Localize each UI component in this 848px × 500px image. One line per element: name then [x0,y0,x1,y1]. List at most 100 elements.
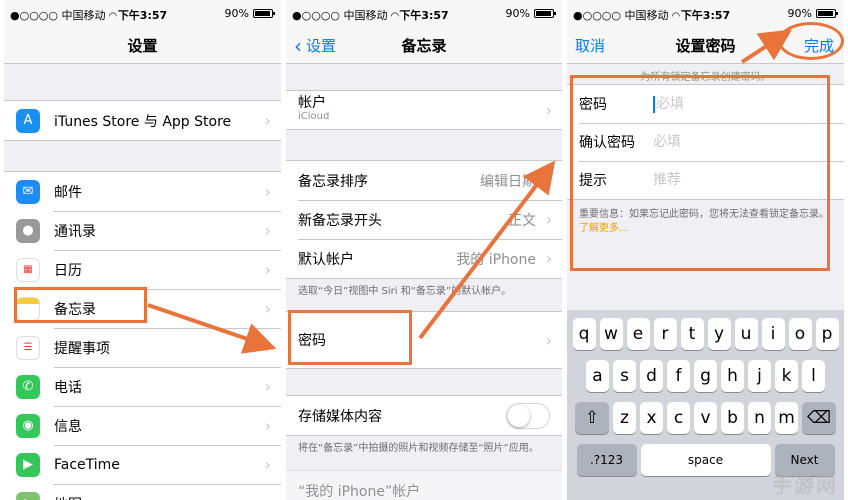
save-media-toggle[interactable] [506,402,550,429]
messages-icon: ◉ [16,413,40,438]
key-i[interactable]: i [761,318,785,350]
settings-item-facetime[interactable]: ▶ FaceTime › [4,445,281,484]
chevron-right-icon: › [264,260,271,279]
numbers-key[interactable]: .?123 [576,444,637,476]
key-m[interactable]: m [775,402,798,434]
settings-item-label: 提醒事项 [54,340,110,357]
settings-group-store: A iTunes Store 与 App Store › [4,100,281,141]
default-account-value: 我的 iPhone [456,251,536,268]
save-media-row: 存储媒体内容 [286,396,562,435]
settings-screen: ●○○○○ 中国移动 ◠ 下午3:57 90% 设置 A iTunes Store… [4,0,281,500]
shift-key[interactable]: ⇧ [575,402,609,434]
key-v[interactable]: v [694,402,717,434]
highlight-box-notes [14,287,147,323]
delete-key[interactable]: ⌫ [802,402,836,434]
key-q[interactable]: q [572,318,596,350]
default-account-row[interactable]: 默认帐户 我的 iPhone › [286,239,562,278]
chevron-right-icon: › [545,331,552,350]
chevron-right-icon: › [264,455,271,474]
chevron-right-icon: › [264,416,271,435]
spacer [286,130,562,160]
page-title: 备忘录 [401,37,447,55]
new-note-label: 新备忘录开头 [298,212,382,229]
default-account-note: 选取“今日”视图中 Siri 和“备忘录”的默认帐户。 [298,286,512,297]
highlight-box-form [570,75,830,271]
iphone-account-row[interactable]: “我的 iPhone”帐户 [286,471,562,500]
key-d[interactable]: d [640,360,663,392]
key-c[interactable]: c [667,402,690,434]
iphone-account-group: “我的 iPhone”帐户 [286,470,562,500]
chevron-right-icon: › [545,210,552,229]
spacer [4,64,281,100]
account-sub: iCloud [298,111,330,122]
key-n[interactable]: n [748,402,771,434]
settings-item-label: 地图 [54,494,82,500]
settings-item-maps[interactable]: ➤ 地图 › [4,484,281,500]
key-u[interactable]: u [734,318,758,350]
app-store-icon: A [16,108,40,133]
settings-item-calendar[interactable]: ▦ 日历 › [4,250,281,289]
nav-bar: 设置 [4,26,281,64]
key-a[interactable]: a [586,360,609,392]
keyboard-row: asdfghjkl [570,360,841,392]
account-row[interactable]: 帐户 iCloud › [286,91,562,129]
account-label-wrap: 帐户 iCloud [298,96,329,124]
sort-label: 备忘录排序 [298,173,368,190]
key-y[interactable]: y [707,318,731,350]
key-z[interactable]: z [613,402,636,434]
facetime-icon: ▶ [16,452,40,477]
key-l[interactable]: l [802,360,825,392]
settings-item-mail[interactable]: ✉ 邮件 › [4,172,281,211]
key-r[interactable]: r [653,318,677,350]
key-b[interactable]: b [721,402,744,434]
status-bar: ●○○○○ 中国移动 ◠ 下午3:57 90% [286,0,562,26]
settings-item-label: 邮件 [54,184,82,201]
chevron-right-icon: › [264,338,271,357]
notes-settings-screen: ●○○○○ 中国移动 ◠ 下午3:57 90% ‹ 设置 备忘录 帐户 iCloud… [286,0,562,500]
spacer [4,141,281,171]
key-o[interactable]: o [788,318,812,350]
settings-item-contacts[interactable]: ● 通讯录 › [4,211,281,250]
settings-item-label: 日历 [54,262,82,279]
chevron-right-icon: › [264,299,271,318]
battery-icon [534,9,556,18]
new-note-start-row[interactable]: 新备忘录开头 正文 › [286,200,562,239]
chevron-right-icon: › [265,494,271,500]
chevron-right-icon: › [264,221,271,240]
key-s[interactable]: s [613,360,636,392]
highlight-box-password [288,310,412,365]
default-account-label: 默认帐户 [298,251,354,268]
settings-item-label: 电话 [54,379,82,396]
iphone-account-label: “我的 iPhone”帐户 [298,483,421,500]
chevron-right-icon: › [545,249,552,268]
spacer [286,64,562,90]
sort-value: 编辑日期 [480,173,536,190]
sort-notes-row[interactable]: 备忘录排序 编辑日期 › [286,161,562,200]
settings-item-reminders[interactable]: ☰ 提醒事项 › [4,328,281,367]
highlight-ellipse-done [778,22,844,60]
battery-status: 90% [506,7,556,20]
chevron-right-icon: › [264,377,271,396]
key-g[interactable]: g [694,360,717,392]
keyboard-row: qwertyuiop [570,318,841,350]
key-j[interactable]: j [748,360,771,392]
account-label: 帐户 [298,95,326,111]
watermark: 手游网 [772,473,838,497]
calendar-icon: ▦ [16,257,40,282]
key-h[interactable]: h [721,360,744,392]
key-x[interactable]: x [640,402,663,434]
space-key[interactable]: space [640,444,771,476]
key-p[interactable]: p [815,318,839,350]
battery-status: 90% [225,7,275,20]
settings-item-phone[interactable]: ✆ 电话 › [4,367,281,406]
key-f[interactable]: f [667,360,690,392]
key-w[interactable]: w [599,318,623,350]
settings-item-messages[interactable]: ◉ 信息 › [4,406,281,445]
settings-item-itunes[interactable]: A iTunes Store 与 App Store › [4,101,281,140]
key-k[interactable]: k [775,360,798,392]
phone-icon: ✆ [16,374,40,399]
key-e[interactable]: e [626,318,650,350]
chevron-right-icon: › [545,101,552,120]
maps-icon: ➤ [16,491,40,500]
key-t[interactable]: t [680,318,704,350]
